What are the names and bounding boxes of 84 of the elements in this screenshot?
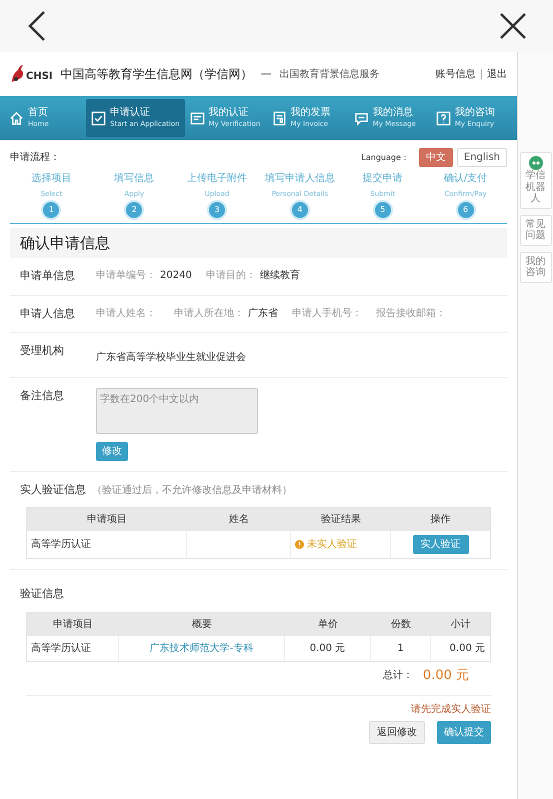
- step-label: 选择项目: [31, 172, 72, 186]
- process-label: 申请流程：: [10, 150, 60, 165]
- warning-text: 请先完成实人验证: [411, 702, 491, 717]
- step-number: 4: [292, 202, 308, 218]
- column-header: 申请项目: [52, 618, 94, 632]
- nav-label: 我的认证: [208, 107, 250, 120]
- side-tool[interactable]: 学信机器人: [520, 152, 552, 208]
- column-header: 小计: [450, 618, 472, 632]
- column-header: 操作: [430, 512, 452, 526]
- field-label: 报告接收邮箱：: [376, 306, 446, 320]
- column-header: 申请项目: [86, 512, 128, 526]
- section-title: 备注信息: [20, 388, 65, 404]
- logo-text: CHSI: [26, 70, 53, 84]
- language-button[interactable]: English: [456, 148, 507, 167]
- step-number: 1: [43, 202, 60, 218]
- nav-label: 我的发票: [290, 107, 331, 120]
- column-header: 姓名: [228, 512, 250, 526]
- document-icon: [272, 110, 287, 126]
- table-cell: 0.00 元: [285, 636, 371, 660]
- summary-link[interactable]: 广东技术师范大学-专科: [150, 642, 254, 654]
- step-label: 填写信息: [114, 172, 154, 186]
- field-label: 申请人手机号：: [292, 306, 362, 320]
- column-header: 概要: [191, 618, 213, 632]
- column-header: 单价: [317, 618, 339, 632]
- nav-label: 首页: [28, 107, 49, 120]
- bird-logo-icon: [10, 64, 24, 84]
- field-value: 继续教育: [260, 268, 300, 283]
- section-title: 受理机构: [20, 343, 65, 359]
- title-dash: —: [260, 66, 272, 82]
- verify-button[interactable]: 实人验证: [412, 534, 468, 554]
- field-value: 广东省: [248, 306, 278, 320]
- verification-status: 未实人验证: [307, 538, 357, 552]
- total-label: 总计：: [382, 668, 413, 683]
- step-number: 3: [209, 202, 226, 218]
- site-title: 中国高等教育学生信息网（学信网）: [60, 66, 253, 83]
- nav-label: 申请认证: [110, 107, 152, 120]
- nav-label: 我的消息: [372, 107, 414, 120]
- total-amount: 0.00 元: [422, 666, 469, 684]
- step-number: 2: [126, 202, 142, 218]
- column-header: 验证结果: [320, 512, 362, 526]
- section-title: 申请单信息: [20, 268, 76, 284]
- section-title: 验证信息: [20, 586, 64, 600]
- robot-icon: [528, 156, 542, 170]
- table-cell: 1: [371, 636, 431, 660]
- remark-field[interactable]: 字数在200个中文以内: [96, 388, 258, 434]
- back-button[interactable]: 返回修改: [369, 721, 425, 744]
- chat-icon: [354, 110, 369, 126]
- column-header: 份数: [390, 618, 412, 632]
- section-title: 申请人信息: [20, 306, 76, 322]
- field-value: 广东省高等学校毕业生就业促进会: [96, 352, 246, 363]
- question-icon: [436, 110, 451, 126]
- account-link[interactable]: 账号信息: [436, 66, 476, 82]
- step-label: 填写申请人信息: [264, 172, 335, 186]
- home-icon: [9, 110, 24, 126]
- section-title: 实人验证信息: [20, 482, 86, 498]
- close-icon[interactable]: [499, 12, 527, 40]
- back-icon[interactable]: [26, 10, 46, 42]
- table-cell: 高等学历认证: [27, 636, 119, 660]
- checkbox-icon: [91, 110, 106, 126]
- link-separator: |: [480, 68, 483, 82]
- site-subtitle: 出国教育背景信息服务: [280, 68, 380, 82]
- field-label: 申请目的：: [206, 268, 256, 283]
- language-button[interactable]: 中文: [418, 148, 453, 167]
- section-note: （验证通过后，不允许修改信息及申请材料）: [92, 484, 292, 498]
- field-label: 申请单编号：: [96, 268, 156, 283]
- confirm-button[interactable]: 确认提交: [437, 721, 491, 744]
- nav-label: 我的咨询: [454, 107, 495, 120]
- side-tool[interactable]: 我的咨询: [520, 252, 552, 282]
- field-label: 申请人姓名：: [96, 306, 156, 320]
- table-cell-text: 0.00 元: [448, 642, 486, 656]
- edit-button[interactable]: 修改: [96, 442, 128, 461]
- step-number: 5: [374, 202, 391, 218]
- language-label: Language：: [361, 152, 409, 164]
- page-title: 确认申请信息: [10, 228, 507, 258]
- account-link[interactable]: 退出: [487, 66, 507, 82]
- card-icon: [190, 110, 205, 126]
- step-label: 确认/支付: [444, 172, 488, 186]
- field-label: 申请人所在地：: [174, 306, 244, 320]
- field-value: 20240: [160, 269, 192, 283]
- side-tool[interactable]: 常见问题: [520, 214, 552, 246]
- step-label: 提交申请: [362, 172, 403, 186]
- step-number: 6: [458, 202, 474, 218]
- step-label: 上传电子附件: [187, 172, 248, 186]
- table-cell: 高等学历认证: [27, 530, 187, 558]
